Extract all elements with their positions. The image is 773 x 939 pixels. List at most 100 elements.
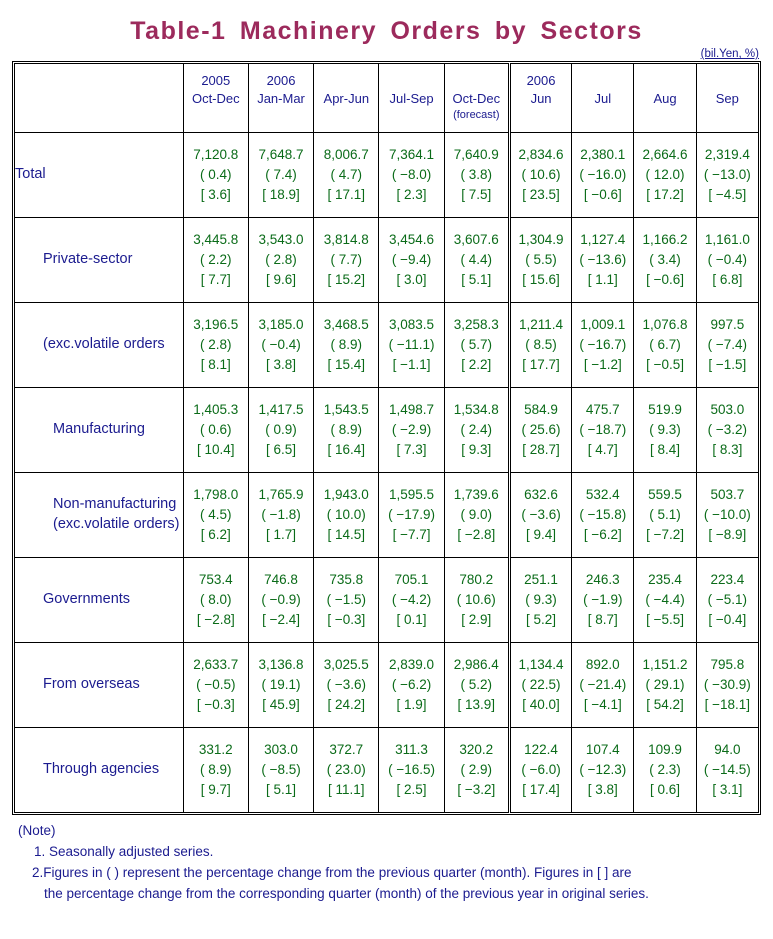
- cell-value: 1,076.8: [642, 317, 688, 333]
- cell-value: 311.3: [395, 742, 428, 758]
- cell-qoq-change: ( 8.9): [200, 762, 232, 778]
- cell-yoy-change: [ −1.2]: [583, 356, 622, 372]
- cell-value: 746.8: [264, 572, 298, 588]
- cell-value: 2,633.7: [193, 657, 239, 673]
- cell-yoy-change: [ 15.4]: [327, 356, 366, 372]
- cell-yoy-change: [ −3.2]: [457, 781, 496, 797]
- header-forecast-note: (forecast): [453, 109, 500, 121]
- data-cell: 503.7 ( −10.0) [ −8.9]: [695, 472, 760, 558]
- cell-yoy-change: [ 8.7]: [587, 611, 618, 627]
- cell-qoq-change: ( −14.5): [703, 762, 751, 778]
- data-cell: 1,417.5 ( 0.9) [ 6.5]: [247, 387, 315, 473]
- data-cell: 1,161.0 ( −0.4) [ 6.8]: [695, 217, 760, 303]
- data-cell: 2,834.6 ( 10.6) [ 23.5]: [507, 132, 573, 218]
- data-cell: 632.6 ( −3.6) [ 9.4]: [507, 472, 573, 558]
- data-cell: 1,166.2 ( 3.4) [ −0.6]: [633, 217, 697, 303]
- cell-qoq-change: ( 3.4): [649, 252, 681, 268]
- table-row: Non-manufacturing (exc.volatile orders) 1,…: [14, 472, 760, 558]
- header-extra-3: [379, 108, 443, 124]
- data-cell: 1,405.3 ( 0.6) [ 10.4]: [182, 387, 249, 473]
- cell-yoy-change: [ −5.5]: [646, 611, 684, 627]
- cell-qoq-change: ( 0.6): [200, 422, 232, 438]
- cell-qoq-change: ( 3.8): [460, 167, 493, 183]
- cell-value: 3,468.5: [323, 317, 369, 333]
- data-cell: 997.5 ( −7.4) [ −1.5]: [695, 302, 760, 388]
- cell-yoy-change: [ 17.1]: [327, 186, 366, 202]
- data-cell: 311.3 ( −16.5) [ 2.5]: [378, 727, 445, 813]
- data-cell: 8,006.7 ( 4.7) [ 17.1]: [313, 132, 380, 218]
- cell-qoq-change: ( −4.4): [645, 592, 685, 608]
- notes-heading: (Note): [18, 823, 56, 838]
- data-cell: 2,319.4 ( −13.0) [ −4.5]: [695, 132, 760, 218]
- note-item-2-line1: 2.Figures in ( ) represent the percentag…: [32, 864, 632, 880]
- cell-value: 735.8: [329, 572, 364, 588]
- cell-qoq-change: ( −1.9): [583, 592, 623, 608]
- notes-block: (Note) 1. Seasonally adjusted series. 2.…: [18, 821, 773, 905]
- cell-yoy-change: [ 7.7]: [200, 271, 231, 287]
- cell-value: 246.3: [585, 572, 620, 588]
- cell-yoy-change: [ −7.7]: [392, 526, 431, 542]
- cell-qoq-change: ( 23.0): [326, 762, 366, 778]
- data-cell: 251.1 ( 9.3) [ 5.2]: [507, 557, 573, 643]
- data-cell: 3,454.6 ( −9.4) [ 3.0]: [378, 217, 445, 303]
- cell-yoy-change: [ 54.2]: [646, 696, 684, 712]
- cell-qoq-change: ( −3.6): [521, 507, 561, 523]
- cell-value: 94.0: [714, 742, 741, 758]
- cell-value: 3,454.6: [389, 232, 435, 248]
- data-cell: 1,534.8 ( 2.4) [ 9.3]: [443, 387, 510, 473]
- cell-yoy-change: [ 2.9]: [461, 611, 492, 627]
- cell-qoq-change: ( −8.0): [391, 167, 432, 183]
- header-year-8: [697, 72, 758, 90]
- data-cell: 1,798.0 ( 4.5) [ 6.2]: [182, 472, 249, 558]
- row-label: (exc.volatile orders: [14, 302, 184, 388]
- cell-qoq-change: ( −16.7): [579, 337, 627, 353]
- cell-value: 1,798.0: [193, 487, 239, 503]
- cell-qoq-change: ( −0.4): [261, 337, 301, 353]
- cell-yoy-change: [ 1.9]: [396, 696, 427, 712]
- cell-yoy-change: [ 15.6]: [522, 271, 560, 287]
- data-cell: 584.9 ( 25.6) [ 28.7]: [507, 387, 573, 473]
- cell-yoy-change: [ 7.5]: [461, 186, 492, 202]
- cell-yoy-change: [ 28.7]: [522, 441, 560, 457]
- cell-value: 1,417.5: [258, 402, 304, 418]
- cell-qoq-change: ( 5.5): [525, 252, 557, 268]
- cell-value: 3,445.8: [193, 232, 239, 248]
- header-year-1: 2006: [266, 73, 296, 88]
- data-cell: 3,814.8 ( 7.7) [ 15.2]: [313, 217, 380, 303]
- cell-yoy-change: [ 5.1]: [461, 271, 492, 287]
- data-cell: 2,839.0 ( −6.2) [ 1.9]: [378, 642, 445, 728]
- cell-value: 559.5: [648, 487, 682, 503]
- row-label: Through agencies: [14, 727, 184, 813]
- cell-qoq-change: ( 19.1): [261, 677, 301, 693]
- data-cell: 3,083.5 ( −11.1) [ −1.1]: [378, 302, 445, 388]
- header-period-3: Jul-Sep: [389, 91, 434, 106]
- cell-qoq-change: ( 2.3): [649, 762, 681, 778]
- data-cell: 7,364.1 ( −8.0) [ 2.3]: [378, 132, 445, 218]
- header-extra-7: [634, 108, 695, 124]
- data-cell: 1,134.4 ( 22.5) [ 40.0]: [507, 642, 573, 728]
- data-cell: 3,445.8 ( 2.2) [ 7.7]: [182, 217, 249, 303]
- data-cell: 3,607.6 ( 4.4) [ 5.1]: [443, 217, 510, 303]
- cell-value: 331.2: [198, 742, 233, 758]
- data-cell: 1,765.9 ( −1.8) [ 1.7]: [247, 472, 315, 558]
- cell-value: 3,025.5: [323, 657, 369, 673]
- cell-yoy-change: [ −6.2]: [583, 526, 622, 542]
- cell-qoq-change: ( −1.5): [326, 592, 366, 608]
- cell-yoy-change: [ 6.5]: [266, 441, 297, 457]
- data-cell: 780.2 ( 10.6) [ 2.9]: [443, 557, 510, 643]
- header-row: 2005 Oct-Dec 2006 Jan-Mar Apr-Jun Jul-Se…: [14, 63, 760, 133]
- cell-yoy-change: [ 23.5]: [522, 186, 560, 202]
- cell-yoy-change: [ −4.5]: [708, 186, 747, 202]
- cell-qoq-change: ( −0.4): [707, 252, 748, 268]
- row-label-line1: Private-sector: [43, 251, 133, 268]
- cell-qoq-change: ( −16.5): [388, 762, 435, 778]
- cell-qoq-change: ( 29.1): [645, 677, 685, 693]
- cell-value: 3,136.8: [258, 657, 304, 673]
- data-cell: 795.8 ( −30.9) [ −18.1]: [695, 642, 760, 728]
- data-cell: 2,380.1 ( −16.0) [ −0.6]: [571, 132, 635, 218]
- cell-yoy-change: [ 11.1]: [328, 781, 365, 797]
- data-cell: 475.7 ( −18.7) [ 4.7]: [571, 387, 635, 473]
- cell-value: 532.4: [585, 487, 620, 503]
- header-period-8: Sep: [715, 91, 739, 106]
- cell-qoq-change: ( 4.7): [330, 167, 363, 183]
